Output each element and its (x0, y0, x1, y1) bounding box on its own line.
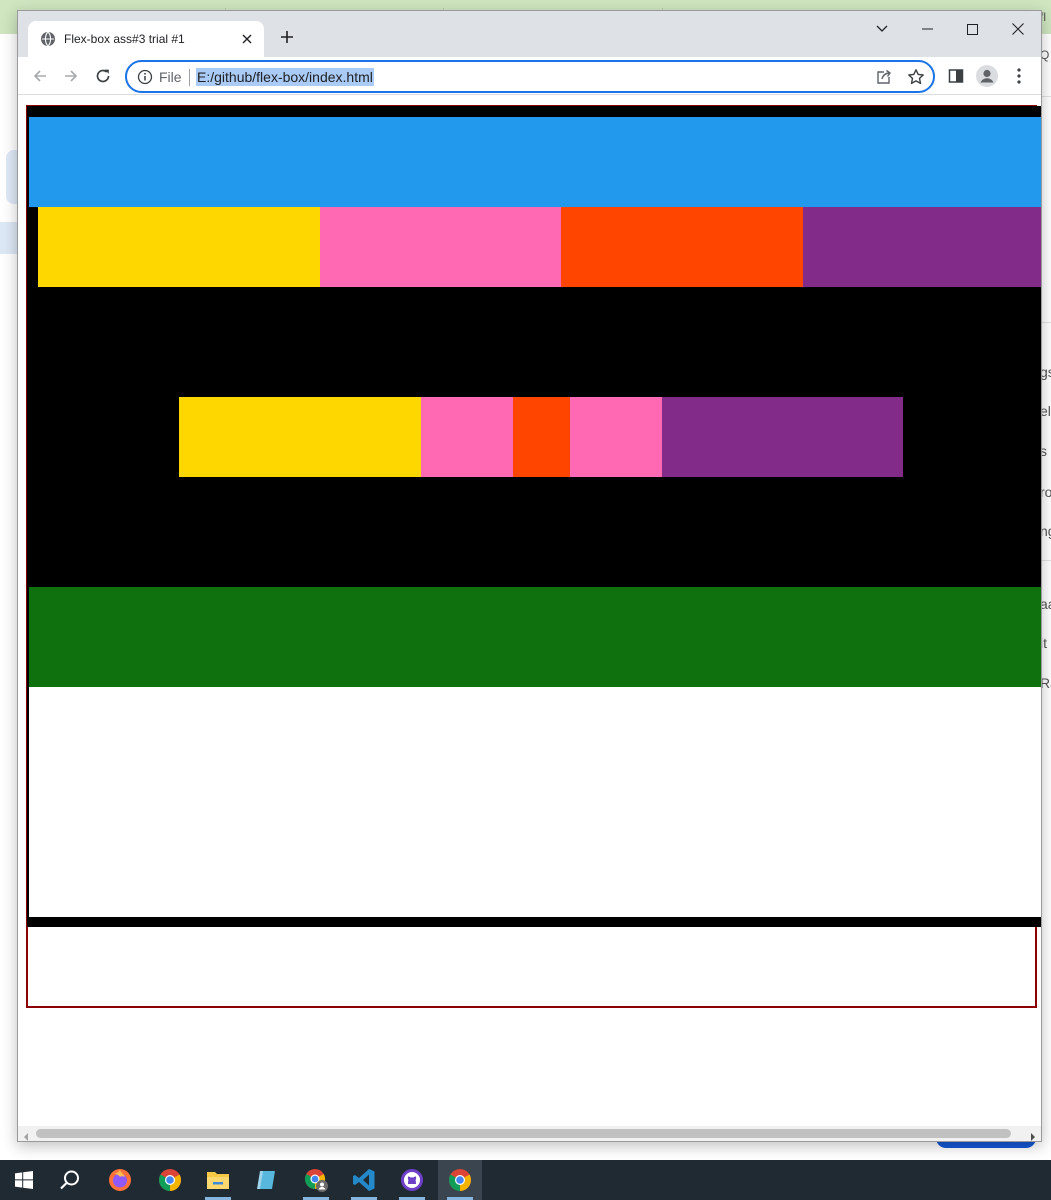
browser-window: Flex-box ass#3 trial #1 File E:/github/f… (17, 10, 1042, 1142)
background-panel-edge (0, 222, 18, 254)
orange-box (561, 207, 803, 287)
background-divider (1041, 560, 1051, 561)
url-separator (189, 69, 190, 86)
kebab-menu-icon[interactable] (1008, 65, 1030, 87)
chrome-icon[interactable] (148, 1160, 192, 1200)
side-panel-icon[interactable] (945, 65, 967, 87)
chrome-active-icon[interactable] (438, 1160, 482, 1200)
reload-icon[interactable] (91, 64, 115, 88)
github-desktop-icon[interactable] (390, 1160, 434, 1200)
browser-tab[interactable]: Flex-box ass#3 trial #1 (28, 21, 264, 57)
back-arrow-icon[interactable] (28, 64, 52, 88)
chrome-profile-icon[interactable] (294, 1160, 338, 1200)
scroll-right-icon[interactable] (1028, 1129, 1038, 1141)
pink-box (570, 397, 662, 477)
url-text[interactable]: E:/github/flex-box/index.html (196, 68, 374, 86)
taskbar (0, 1160, 1051, 1200)
scroll-left-icon[interactable] (21, 1129, 31, 1141)
url-scheme-label: File (159, 69, 182, 85)
browser-toolbar: File E:/github/flex-box/index.html (18, 57, 1041, 95)
pink-box (320, 207, 561, 287)
globe-icon (40, 31, 56, 47)
start-icon[interactable] (2, 1160, 46, 1200)
maximize-icon[interactable] (954, 15, 990, 43)
forward-arrow-icon[interactable] (59, 64, 83, 88)
bookmark-star-icon[interactable] (907, 68, 925, 86)
browser-titlebar: Flex-box ass#3 trial #1 (18, 11, 1041, 57)
white-area (29, 687, 1041, 917)
horizontal-scrollbar[interactable] (18, 1126, 1041, 1141)
search-icon[interactable] (48, 1160, 92, 1200)
page-viewport (18, 96, 1041, 1126)
gold-box (179, 397, 421, 477)
share-icon[interactable] (875, 69, 892, 86)
vscode-icon[interactable] (342, 1160, 386, 1200)
address-bar[interactable]: File E:/github/flex-box/index.html (125, 60, 935, 93)
background-divider (1041, 322, 1051, 323)
info-icon[interactable] (137, 69, 153, 85)
gold-box (38, 207, 320, 287)
file-explorer-icon[interactable] (196, 1160, 240, 1200)
scrollbar-thumb[interactable] (36, 1129, 1011, 1138)
tab-title: Flex-box ass#3 trial #1 (64, 32, 185, 46)
new-tab-button[interactable] (276, 26, 298, 48)
profile-avatar-icon[interactable] (976, 65, 998, 87)
notepad-icon[interactable] (244, 1160, 288, 1200)
close-window-icon[interactable] (1000, 15, 1036, 43)
firefox-icon[interactable] (98, 1160, 142, 1200)
footer-block (29, 587, 1041, 687)
close-tab-icon[interactable] (238, 30, 256, 48)
tab-search-icon[interactable] (864, 15, 900, 43)
minimize-icon[interactable] (909, 15, 945, 43)
purple-box (662, 397, 903, 477)
orange-box (513, 397, 570, 477)
purple-box (803, 207, 1041, 287)
pink-box (421, 397, 513, 477)
header-block (29, 117, 1041, 207)
background-divider (1041, 96, 1051, 97)
